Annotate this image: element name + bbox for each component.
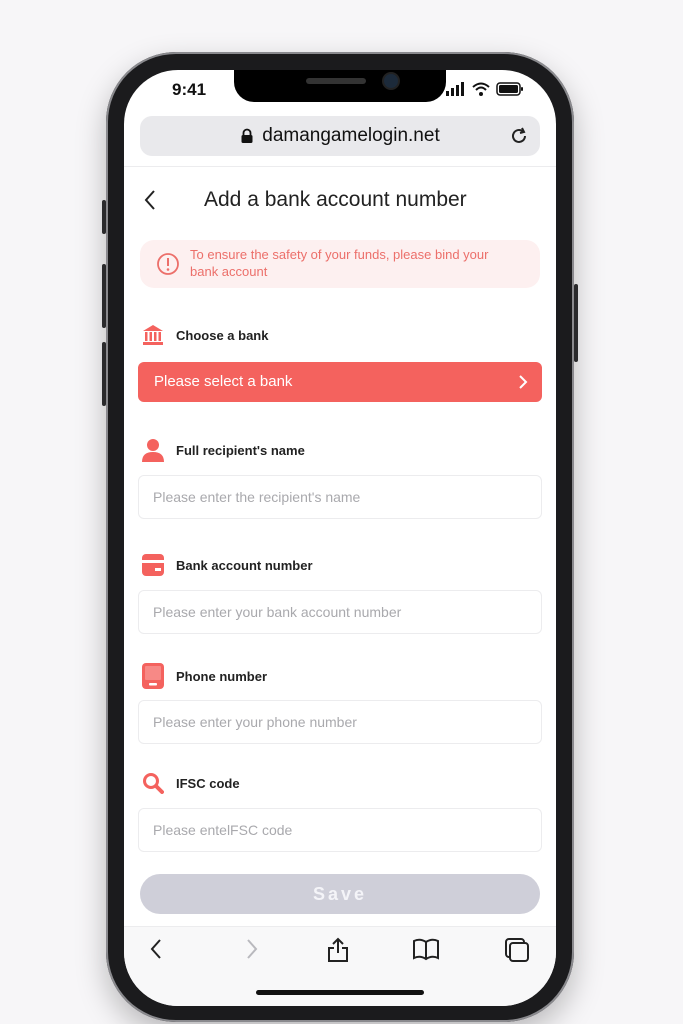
phone-screen: 9:41 damangamelogin.net Add a bank accou… bbox=[124, 70, 556, 1006]
user-icon bbox=[142, 439, 164, 462]
phone-label-row: Phone number bbox=[142, 663, 267, 689]
back-arrow-icon[interactable] bbox=[142, 188, 158, 212]
home-indicator bbox=[256, 990, 424, 995]
share-icon[interactable] bbox=[327, 937, 349, 963]
toolbar-divider bbox=[124, 166, 556, 167]
status-icons bbox=[446, 82, 524, 96]
name-label-row: Full recipient's name bbox=[142, 438, 305, 462]
speaker bbox=[306, 78, 366, 84]
url-text: damangamelogin.net bbox=[262, 125, 440, 146]
bank-label-row: Choose a bank bbox=[142, 324, 268, 346]
page-header: Add a bank account number bbox=[124, 178, 556, 222]
ifsc-label: IFSC code bbox=[176, 775, 240, 791]
bank-select[interactable]: Please select a bank bbox=[138, 362, 542, 402]
browser-forward-icon[interactable] bbox=[244, 937, 260, 961]
mute-switch bbox=[102, 200, 106, 234]
phone-number-input[interactable] bbox=[138, 700, 542, 744]
tabs-icon[interactable] bbox=[504, 937, 530, 963]
search-icon bbox=[143, 773, 164, 794]
phone-label: Phone number bbox=[176, 668, 268, 684]
bank-icon bbox=[143, 325, 163, 345]
bookmarks-icon[interactable] bbox=[412, 937, 440, 961]
battery-icon bbox=[496, 82, 523, 96]
bank-account-input[interactable] bbox=[138, 590, 542, 634]
phone-icon bbox=[142, 663, 164, 689]
chevron-right-icon bbox=[519, 375, 528, 389]
safety-notice: To ensure the safety of your funds, plea… bbox=[140, 240, 540, 288]
browser-back-icon[interactable] bbox=[148, 937, 164, 961]
ifsc-code-input[interactable] bbox=[138, 808, 542, 852]
signal-icon bbox=[446, 82, 464, 96]
name-label: Full recipient's name bbox=[176, 442, 305, 458]
volume-down-button bbox=[102, 342, 106, 406]
camera bbox=[384, 74, 398, 88]
power-button bbox=[574, 284, 578, 362]
status-time: 9:41 bbox=[172, 80, 207, 99]
alert-icon bbox=[157, 253, 179, 275]
page-title: Add a bank account number bbox=[204, 188, 467, 211]
recipient-name-input[interactable] bbox=[138, 475, 542, 519]
card-icon bbox=[142, 554, 164, 576]
volume-up-button bbox=[102, 264, 106, 328]
save-button[interactable]: Save bbox=[140, 874, 540, 914]
account-label: Bank account number bbox=[176, 557, 313, 573]
lock-icon bbox=[241, 128, 253, 143]
address-bar[interactable]: damangamelogin.net bbox=[140, 116, 540, 156]
bank-label: Choose a bank bbox=[176, 327, 269, 343]
account-label-row: Bank account number bbox=[142, 554, 313, 576]
ifsc-label-row: IFSC code bbox=[142, 772, 240, 794]
reload-icon[interactable] bbox=[508, 125, 530, 147]
notch bbox=[234, 70, 446, 102]
wifi-icon bbox=[472, 82, 490, 96]
bank-select-value: Please select a bank bbox=[154, 373, 293, 390]
notice-text: To ensure the safety of your funds, plea… bbox=[190, 247, 489, 279]
